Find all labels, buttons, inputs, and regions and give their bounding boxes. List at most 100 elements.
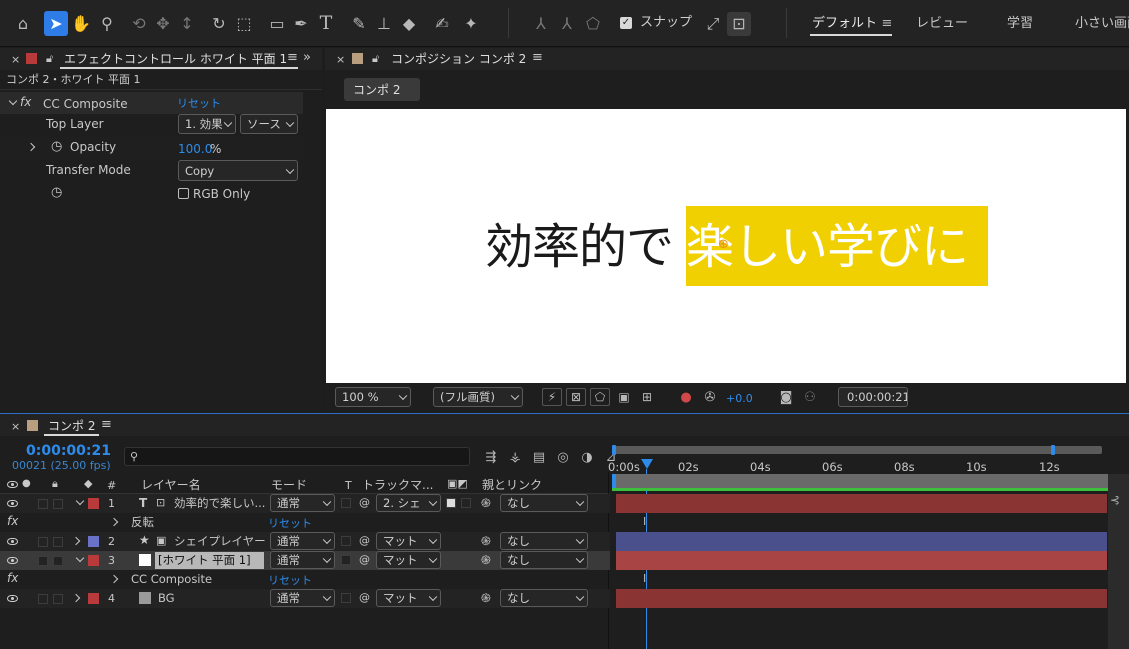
color-management-icon[interactable]: ✇ bbox=[701, 389, 719, 405]
pen-icon[interactable]: ✒ bbox=[290, 13, 312, 35]
rectangle-icon[interactable]: ▭ bbox=[266, 13, 288, 35]
collapse-icon[interactable] bbox=[75, 553, 85, 563]
label-color[interactable] bbox=[88, 593, 99, 604]
roto-icon[interactable]: ✍ bbox=[431, 13, 453, 35]
workspace-review[interactable]: レビュー bbox=[916, 17, 968, 30]
solo-toggle[interactable] bbox=[38, 499, 48, 509]
brush-icon[interactable]: ✎ bbox=[348, 13, 370, 35]
hand-icon[interactable]: ✋ bbox=[70, 13, 92, 35]
panel-menu-icon[interactable]: ≡ bbox=[532, 51, 543, 64]
visibility-icon[interactable] bbox=[7, 500, 18, 507]
fx-icon[interactable]: fx bbox=[7, 572, 18, 584]
draft-3d-icon[interactable]: ⚶ bbox=[506, 448, 524, 466]
expand-icon[interactable] bbox=[109, 574, 119, 584]
lock-toggle[interactable] bbox=[53, 537, 63, 547]
workspace-small-screen[interactable]: 小さい画面 bbox=[1075, 17, 1129, 30]
reset-link[interactable]: リセット bbox=[268, 575, 312, 586]
mode-dropdown[interactable]: 通常 bbox=[270, 589, 335, 607]
layer-name[interactable]: シェイプレイヤー 1 bbox=[174, 535, 277, 548]
fast-previews-icon[interactable]: ⚡ bbox=[542, 388, 562, 406]
region-of-interest-icon[interactable]: ▣ bbox=[615, 389, 633, 405]
matte-link-icon[interactable]: @ bbox=[359, 497, 370, 508]
matte-link-icon[interactable]: @ bbox=[359, 554, 370, 565]
rotate-icon[interactable]: ↻ bbox=[208, 13, 230, 35]
track-matte-dropdown[interactable]: 2. シェ bbox=[376, 494, 441, 512]
snap-feature-icon[interactable]: ⊡ bbox=[727, 12, 751, 36]
mode-dropdown[interactable]: 通常 bbox=[270, 494, 335, 512]
timeline-tab[interactable]: × コンポ 2 ≡ bbox=[0, 414, 1129, 436]
playhead-marker[interactable] bbox=[641, 459, 653, 471]
transfer-mode-dropdown[interactable]: Copy bbox=[178, 160, 298, 181]
label-color[interactable] bbox=[88, 498, 99, 509]
layer-row[interactable]: 2 ★ ▣ シェイプレイヤー 1 通常 @ マット ֍ なし bbox=[0, 532, 610, 551]
pick-whip-icon[interactable]: ֍ bbox=[481, 497, 491, 509]
stamp-icon[interactable]: ⊥ bbox=[373, 13, 395, 35]
track-matte-dropdown[interactable]: マット bbox=[376, 551, 441, 569]
eraser-icon[interactable]: ◆ bbox=[398, 13, 420, 35]
lock-icon[interactable]: 🔓︎ bbox=[46, 53, 53, 64]
parent-dropdown[interactable]: なし bbox=[500, 551, 588, 569]
motion-blur-icon[interactable]: ◑ bbox=[578, 448, 596, 466]
frame-blending-icon[interactable]: ◎ bbox=[554, 448, 572, 466]
zoom-dropdown[interactable]: 100 % bbox=[335, 387, 411, 407]
mask-visibility-icon[interactable]: ⬠ bbox=[590, 388, 610, 406]
top-layer-source-dropdown[interactable]: ソース bbox=[240, 114, 298, 134]
layer-name[interactable]: 効率的で楽しい... bbox=[174, 497, 265, 510]
anchor-point-icon[interactable]: ⊕ bbox=[718, 238, 729, 251]
composition-canvas[interactable]: 効率的で 楽しい学びに ⊕ bbox=[326, 109, 1126, 383]
layer-row[interactable]: 3 [ホワイト 平面 1] 通常 @ マット ֍ なし bbox=[0, 551, 610, 570]
visibility-icon[interactable] bbox=[7, 538, 18, 545]
close-icon[interactable]: × bbox=[336, 54, 345, 65]
rgb-only-checkbox[interactable] bbox=[178, 188, 189, 199]
expand-icon[interactable] bbox=[71, 593, 81, 603]
solo-toggle[interactable] bbox=[38, 556, 48, 566]
lock-toggle[interactable] bbox=[53, 556, 63, 566]
close-icon[interactable]: × bbox=[11, 421, 20, 432]
collapse-icon[interactable] bbox=[8, 96, 18, 106]
preserve-transparency-toggle[interactable] bbox=[341, 555, 351, 565]
visibility-icon[interactable] bbox=[7, 557, 18, 564]
puppet-icon[interactable]: ✦ bbox=[460, 13, 482, 35]
layer-name-box[interactable]: [ホワイト 平面 1] bbox=[155, 552, 264, 569]
opacity-value[interactable]: 100.0 bbox=[178, 143, 212, 155]
workspace-menu-icon[interactable]: ≡ bbox=[878, 14, 896, 32]
mode-dropdown[interactable]: 通常 bbox=[270, 532, 335, 550]
preserve-transparency-toggle[interactable] bbox=[341, 593, 351, 603]
home-icon[interactable]: ⌂ bbox=[12, 13, 34, 35]
transparency-grid-icon[interactable]: ⊠ bbox=[566, 388, 586, 406]
parent-dropdown[interactable]: なし bbox=[500, 532, 588, 550]
comp-flowchart-icon[interactable]: ⇶ bbox=[482, 448, 500, 466]
effect-controls-tab[interactable]: × 🔓︎ エフェクトコントロール ホワイト 平面 1 ≡ » bbox=[0, 48, 322, 70]
composition-tab[interactable]: × 🔓︎ コンポジション コンポ 2 ≡ bbox=[325, 48, 1129, 70]
parent-dropdown[interactable]: なし bbox=[500, 589, 588, 607]
axis-local-icon[interactable]: ⅄ bbox=[530, 13, 552, 35]
parent-dropdown[interactable]: なし bbox=[500, 494, 588, 512]
visibility-icon[interactable] bbox=[7, 595, 18, 602]
fx-icon[interactable]: fx bbox=[20, 96, 31, 108]
matte-alpha-toggle[interactable] bbox=[446, 498, 456, 508]
label-color[interactable] bbox=[88, 555, 99, 566]
layer-name[interactable]: [ホワイト 平面 1] bbox=[158, 554, 251, 567]
motion-blur-switch-icon[interactable]: ▣ bbox=[156, 535, 166, 546]
solo-toggle[interactable] bbox=[38, 537, 48, 547]
preserve-transparency-toggle[interactable] bbox=[341, 498, 351, 508]
pick-whip-icon[interactable]: ֍ bbox=[481, 535, 491, 547]
pick-whip-icon[interactable]: ֍ bbox=[481, 592, 491, 604]
collapse-icon[interactable] bbox=[75, 496, 85, 506]
preserve-transparency-toggle[interactable] bbox=[341, 536, 351, 546]
layer-row[interactable]: 1 T ⊡ 効率的で楽しい... 通常 @ 2. シェ ֍ なし bbox=[0, 494, 610, 513]
solo-toggle[interactable] bbox=[38, 594, 48, 604]
layer-bar[interactable] bbox=[616, 589, 1107, 608]
snapshot-icon[interactable]: ◙ bbox=[777, 389, 795, 405]
stopwatch-icon[interactable]: ◷ bbox=[51, 140, 62, 153]
snap-edge-icon[interactable]: ⤢ bbox=[702, 13, 724, 35]
matte-invert-toggle[interactable] bbox=[461, 498, 471, 508]
layer-bar[interactable] bbox=[616, 532, 1107, 551]
resolution-dropdown[interactable]: (フル画質) bbox=[433, 387, 523, 407]
lock-toggle[interactable] bbox=[53, 594, 63, 604]
hide-shy-icon[interactable]: ▤ bbox=[530, 448, 548, 466]
expand-icon[interactable] bbox=[71, 536, 81, 546]
exposure-value[interactable]: +0.0 bbox=[726, 393, 753, 404]
panel-menu-icon[interactable]: ≡ bbox=[101, 418, 112, 431]
reset-link[interactable]: リセット bbox=[177, 98, 221, 109]
